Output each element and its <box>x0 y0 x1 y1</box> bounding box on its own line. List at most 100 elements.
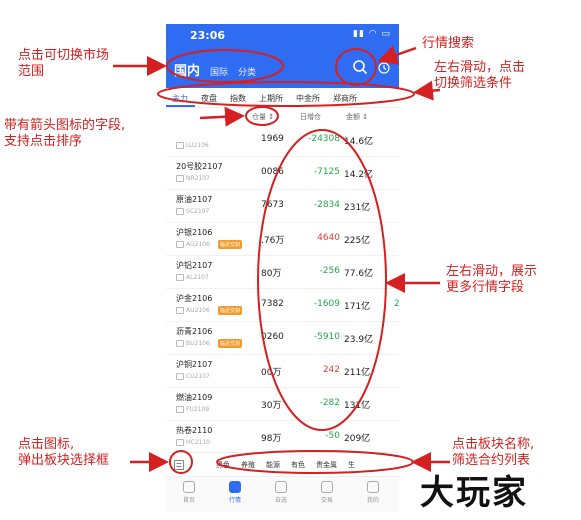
phone-screen: 23:06 ▮▮ ◠ ▭ 国内 国际 分类 主力 夜盘 指数 上期所 中金所 郑商所 仓量 ↕… <box>166 24 399 512</box>
contract-code: AU2106 <box>186 307 210 314</box>
daily-change-value: -50 <box>325 431 340 441</box>
annotation-switch-market: 点击可切换市场 范围 <box>18 48 110 79</box>
contract-name: 20号胶2107 <box>176 162 223 171</box>
contract-row[interactable]: 热卷2110 HC2110 98万 -50 209亿 <box>166 421 399 454</box>
col-position-sortable[interactable]: 仓量 ↕ <box>252 112 274 122</box>
exchange-badge-icon <box>176 439 184 446</box>
nav-label: 交易 <box>320 497 333 504</box>
market-tab[interactable]: 分类 <box>238 65 256 78</box>
contract-row[interactable]: 沪银2106 AG2106 临近交割 .76万 4640 225亿 <box>166 223 399 256</box>
nav-label: 自选 <box>274 497 287 504</box>
contract-code: HC2110 <box>186 439 210 446</box>
nav-icon <box>321 481 333 493</box>
contract-name: 热卷2110 <box>176 426 213 435</box>
contract-name: 沪铝2107 <box>176 261 213 270</box>
sector-item[interactable]: 能源 <box>266 460 280 470</box>
column-headers: 仓量 ↕ 日增仓 金额 ↕ <box>166 110 399 124</box>
amount-value: 14.2亿 <box>344 170 374 180</box>
history-icon[interactable] <box>378 62 390 74</box>
contract-row[interactable]: 沪铜2107 CU2107 00万 242 211亿 <box>166 355 399 388</box>
filter-tab[interactable]: 郑商所 <box>327 88 364 107</box>
nav-item[interactable]: 首页 <box>174 481 204 504</box>
filter-tab[interactable]: 夜盘 <box>195 88 224 107</box>
sector-item[interactable]: 养殖 <box>241 460 255 470</box>
near-delivery-badge: 临近交割 <box>218 306 243 315</box>
contract-row[interactable]: LU2106 1969 -24308 14.6亿 <box>166 124 399 157</box>
market-tab[interactable]: 国际 <box>210 65 228 78</box>
filter-tab[interactable]: 上期所 <box>253 88 290 107</box>
exchange-badge-icon <box>176 373 184 380</box>
position-value: 30万 <box>261 401 282 411</box>
filter-tab[interactable]: 指数 <box>224 88 253 107</box>
market-tabs: 国内 国际 分类 <box>174 60 256 79</box>
nav-label: 行情 <box>228 497 241 504</box>
sector-grid-icon[interactable] <box>174 460 184 470</box>
daily-change-value: 4640 <box>317 233 340 243</box>
nav-item[interactable]: 行情 <box>220 481 250 504</box>
nav-icon <box>275 481 287 493</box>
contract-row[interactable]: 沪金2106 AU2106 临近交割 7382 -1609 171亿 2 <box>166 289 399 322</box>
contract-name: 沥青2106 <box>176 327 213 336</box>
filter-tab[interactable]: 中金所 <box>290 88 327 107</box>
sector-item[interactable]: 有色 <box>291 460 305 470</box>
filter-tabs: 主力 夜盘 指数 上期所 中金所 郑商所 <box>166 88 399 108</box>
sector-item[interactable]: 黑色 <box>216 460 230 470</box>
extra-field-value: 2 <box>394 299 399 309</box>
position-value: 1969 <box>261 134 284 144</box>
near-delivery-badge: 临近交割 <box>218 240 243 249</box>
col-amount-sortable[interactable]: 金额 ↕ <box>346 112 368 122</box>
contract-row[interactable]: 20号胶2107 NR2107 0086 -7125 14.2亿 <box>166 157 399 190</box>
contract-code: AG2106 <box>186 241 210 248</box>
position-value: 7673 <box>261 200 284 210</box>
exchange-badge-icon <box>176 208 184 215</box>
exchange-badge-icon <box>176 175 184 182</box>
daily-change-value: 242 <box>322 365 340 375</box>
watermark-logo: 大玩家 <box>420 473 528 513</box>
contract-name: 沪铜2107 <box>176 360 213 369</box>
sector-bar: 黑色 养殖 能源 有色 贵金属 生 <box>166 452 399 476</box>
amount-value: 211亿 <box>344 368 371 378</box>
nav-item[interactable]: 自选 <box>266 481 296 504</box>
position-value: 0086 <box>261 167 284 177</box>
daily-change-value: -282 <box>319 398 340 408</box>
position-value: .76万 <box>261 236 285 246</box>
sector-item[interactable]: 贵金属 <box>316 460 337 470</box>
near-delivery-badge: 临近交割 <box>218 339 243 348</box>
amount-value: 209亿 <box>344 434 371 444</box>
annotation-search: 行情搜索 <box>422 36 475 51</box>
contract-name: 原油2107 <box>176 195 213 204</box>
position-value: 0260 <box>261 332 284 342</box>
nav-item[interactable]: 交易 <box>312 481 342 504</box>
annotation-sortable: 带有箭头图标的字段, 支持点击排序 <box>4 118 126 149</box>
position-value: 98万 <box>261 434 282 444</box>
contract-row[interactable]: 沪铝2107 AL2107 80万 -256 77.6亿 <box>166 256 399 289</box>
amount-value: 23.9亿 <box>344 335 374 345</box>
daily-change-value: -2834 <box>313 200 340 210</box>
sector-item[interactable]: 生 <box>348 460 355 470</box>
annotation-swipe-filter: 左右滑动，点击 切换筛选条件 <box>434 60 526 91</box>
col-daily-change: 日增仓 <box>300 113 321 121</box>
daily-change-value: -7125 <box>313 167 340 177</box>
daily-change-value: -1609 <box>313 299 340 309</box>
contract-code: CU2107 <box>186 373 210 380</box>
exchange-badge-icon <box>176 241 184 248</box>
top-bar: 23:06 ▮▮ ◠ ▭ 国内 国际 分类 <box>166 24 399 88</box>
annotation-click-icon: 点击图标, 弹出板块选择框 <box>18 437 110 468</box>
contract-code: LU2106 <box>186 142 209 149</box>
contract-code: NR2107 <box>186 175 210 182</box>
contract-row[interactable]: 燃油2109 FU2109 30万 -282 131亿 <box>166 388 399 421</box>
nav-label: 首页 <box>182 497 195 504</box>
filter-tab[interactable]: 主力 <box>166 88 195 107</box>
position-value: 00万 <box>261 368 282 378</box>
bottom-nav: 首页 行情 自选 交易 我的 <box>166 476 399 512</box>
exchange-badge-icon <box>176 274 184 281</box>
amount-value: 225亿 <box>344 236 371 246</box>
contract-row[interactable]: 沥青2106 BU2106 临近交割 0260 -5910 23.9亿 <box>166 322 399 355</box>
search-icon[interactable] <box>352 59 368 75</box>
screenshot-canvas: 23:06 ▮▮ ◠ ▭ 国内 国际 分类 主力 夜盘 指数 上期所 中金所 郑商所 仓量 ↕… <box>0 0 581 520</box>
market-tab[interactable]: 国内 <box>174 60 200 79</box>
contract-row[interactable]: 原油2107 SC2107 7673 -2834 231亿 <box>166 190 399 223</box>
nav-item[interactable]: 我的 <box>358 481 388 504</box>
exchange-badge-icon <box>176 307 184 314</box>
contract-name: 沪银2106 <box>176 228 213 237</box>
